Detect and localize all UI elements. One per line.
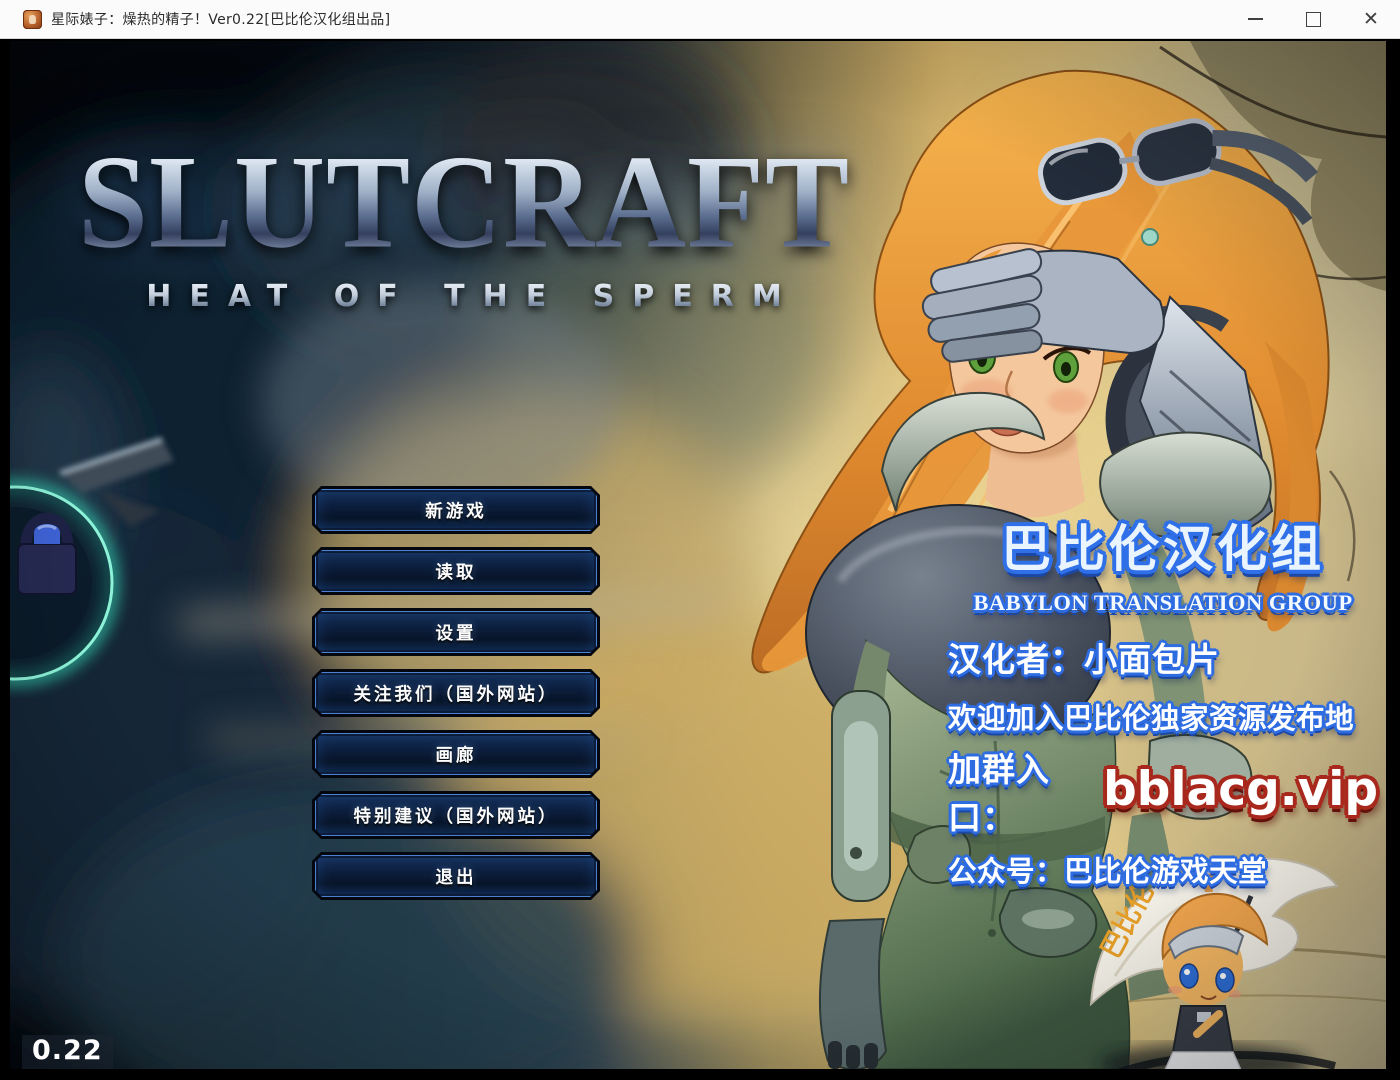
menu-button-label: 特别建议（国外网站）: [354, 803, 559, 828]
app-icon: [23, 10, 42, 29]
minimize-button[interactable]: [1226, 0, 1284, 38]
window-titlebar: 星际婊子：燥热的精子！Ver0.22[巴比伦汉化组出品] ✕: [0, 0, 1400, 39]
background-art: 巴比伦: [10, 41, 1386, 1069]
menu-button-gallery[interactable]: 画廊: [312, 730, 600, 778]
window-controls: ✕: [1226, 0, 1400, 38]
menu-button-label: 新游戏: [425, 498, 487, 523]
menu-button-quit[interactable]: 退出: [312, 852, 600, 900]
menu-button-label: 设置: [436, 620, 477, 645]
maximize-icon: [1306, 12, 1321, 27]
game-viewport: 巴比伦: [10, 41, 1386, 1069]
app-window: 星际婊子：燥热的精子！Ver0.22[巴比伦汉化组出品] ✕: [0, 0, 1400, 1080]
maximize-button[interactable]: [1284, 0, 1342, 38]
menu-button-label: 画廊: [436, 742, 477, 767]
window-title: 星际婊子：燥热的精子！Ver0.22[巴比伦汉化组出品]: [51, 9, 390, 29]
menu-button-label: 退出: [436, 864, 477, 889]
menu-button-label: 关注我们（国外网站）: [354, 681, 559, 706]
game-frame: 巴比伦: [0, 39, 1400, 1080]
minimize-icon: [1248, 18, 1263, 20]
close-button[interactable]: ✕: [1342, 0, 1400, 38]
close-icon: ✕: [1363, 10, 1379, 29]
menu-button-follow-us[interactable]: 关注我们（国外网站）: [312, 669, 600, 717]
main-menu: 新游戏 读取 设置 关注我们（国外网站） 画廊 特别建议（国外网站） 退出: [312, 486, 600, 900]
menu-button-special-advice[interactable]: 特别建议（国外网站）: [312, 791, 600, 839]
version-label: 0.22: [22, 1035, 113, 1069]
menu-button-label: 读取: [436, 559, 477, 584]
menu-button-settings[interactable]: 设置: [312, 608, 600, 656]
menu-button-new-game[interactable]: 新游戏: [312, 486, 600, 534]
menu-button-load[interactable]: 读取: [312, 547, 600, 595]
